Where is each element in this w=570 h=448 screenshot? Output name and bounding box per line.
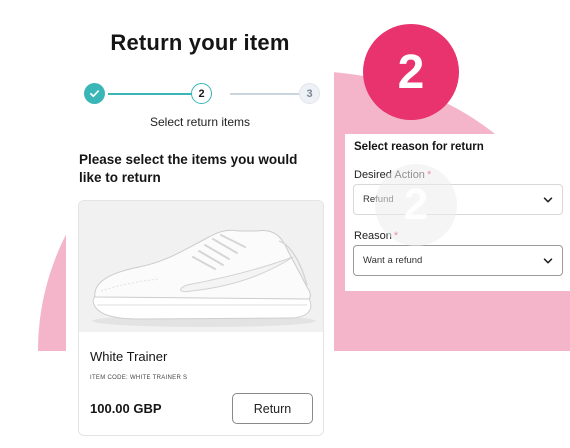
page-title: Return your item [110, 30, 290, 55]
progress-stepper: 2 3 [84, 80, 320, 108]
reason-value: Want a refund [363, 255, 423, 266]
instructions-heading: Please select the items you would like t… [79, 152, 298, 185]
step-caption: Select return items [149, 115, 251, 129]
return-reason-panel: Select reason for return Desired Action *… [345, 134, 570, 291]
required-asterisk: * [426, 169, 432, 181]
check-icon [90, 90, 99, 98]
chevron-down-icon [543, 258, 553, 264]
return-button[interactable]: Return [232, 393, 313, 424]
item-code: ITEM CODE: WHITE TRAINER S [90, 375, 188, 381]
desired-action-label-text: Desired Action [354, 169, 425, 181]
reason-select[interactable]: Want a refund [353, 245, 563, 276]
step-1-complete[interactable] [84, 83, 105, 104]
chevron-down-icon [543, 197, 553, 203]
reason-label: Reason * [354, 230, 398, 242]
stepper-line-pending [230, 93, 306, 95]
reason-section-title: Select reason for return [354, 141, 484, 153]
product-price: 100.00 GBP [90, 401, 162, 416]
step-3-upcoming[interactable]: 3 [299, 83, 320, 104]
white-trainer-image [92, 229, 316, 327]
return-items-screen: Return your item 2 3 Select return items… [66, 0, 334, 448]
product-card: White Trainer ITEM CODE: WHITE TRAINER S… [78, 200, 324, 436]
desired-action-label: Desired Action * [354, 169, 431, 181]
step-number-badge: 2 [363, 24, 459, 120]
required-asterisk: * [393, 230, 399, 242]
desired-action-value: Refund [363, 194, 394, 205]
product-image [79, 201, 323, 332]
product-name: White Trainer [90, 349, 168, 364]
reason-label-text: Reason [354, 230, 392, 242]
step-2-current[interactable]: 2 [191, 83, 212, 104]
desired-action-select[interactable]: Refund [353, 184, 563, 215]
